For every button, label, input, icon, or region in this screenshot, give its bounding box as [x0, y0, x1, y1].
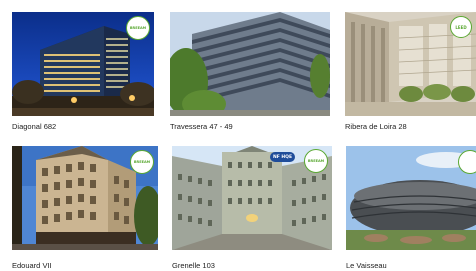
building-caption[interactable]: Edouard VII: [12, 262, 52, 270]
building-photo[interactable]: BREEAM: [12, 12, 154, 116]
breeam-badge: BREEAM: [304, 149, 328, 173]
building-photo[interactable]: BREEAM: [12, 146, 158, 250]
building-photo[interactable]: NF HQE BREEAM: [172, 146, 332, 250]
certification-badge: [458, 150, 476, 174]
nf-hqe-badge: NF HQE: [270, 152, 296, 162]
building-caption[interactable]: Diagonal 682: [12, 123, 56, 131]
gallery-card-diagonal-682[interactable]: BREEAM Diagonal 682: [12, 12, 154, 132]
building-photo[interactable]: LEED: [345, 12, 476, 116]
badge-label: BREEAM: [129, 26, 147, 30]
gallery-card-grenelle-103[interactable]: NF HQE BREEAM Grenelle 103: [172, 146, 332, 271]
building-caption[interactable]: Le Vaisseau: [346, 262, 387, 270]
building-caption[interactable]: Travessera 47 - 49: [170, 123, 233, 131]
building-photo[interactable]: [170, 12, 330, 116]
building-caption[interactable]: Ribera de Loira 28: [345, 123, 407, 131]
breeam-badge: BREEAM: [126, 16, 150, 40]
gallery-card-ribera-de-loira[interactable]: LEED Ribera de Loira 28: [345, 12, 476, 132]
leed-badge: LEED: [450, 16, 472, 38]
badge-label: BREEAM: [307, 159, 325, 163]
gallery-card-travessera[interactable]: Travessera 47 - 49: [170, 12, 330, 132]
building-photo[interactable]: [346, 146, 476, 250]
badge-label: NF HQE: [273, 154, 293, 160]
badge-label: BREEAM: [133, 160, 151, 164]
gallery-card-le-vaisseau[interactable]: Le Vaisseau: [346, 146, 476, 271]
breeam-badge: BREEAM: [130, 150, 154, 174]
building-caption[interactable]: Grenelle 103: [172, 262, 215, 270]
badge-label: LEED: [455, 24, 467, 30]
gallery-card-edouard-vii[interactable]: BREEAM Edouard VII: [12, 146, 158, 271]
building-gallery: BREEAM Diagonal 682 Travessera 47 - 49 L…: [0, 0, 476, 271]
